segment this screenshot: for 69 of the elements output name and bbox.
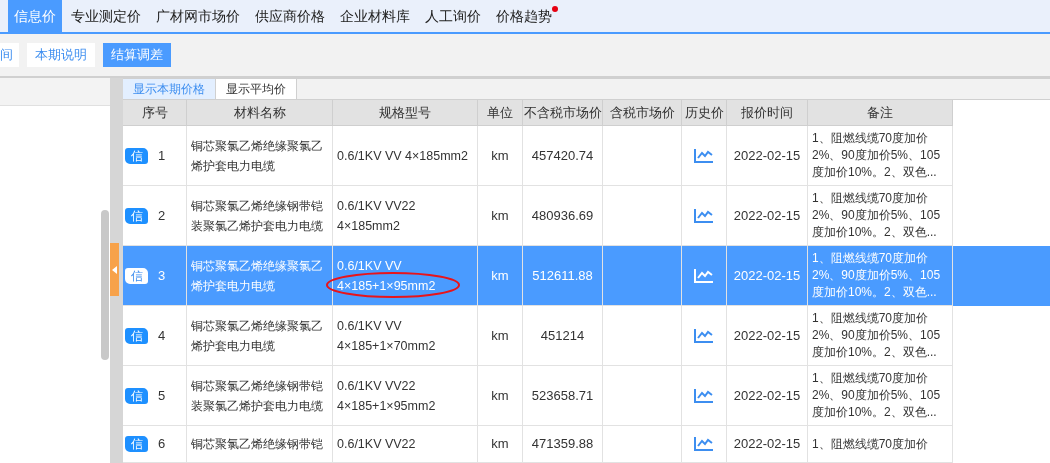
material-name: 铜芯聚氯乙烯绝缘聚氯乙 烯护套电力电缆 xyxy=(191,317,323,355)
row-number: 3 xyxy=(158,266,166,285)
line-chart-icon[interactable] xyxy=(694,208,714,223)
spec-text: 0.6/1KV VV22 4×185+1×95mm2 xyxy=(337,377,436,415)
nav-tab[interactable]: 供应商价格 xyxy=(249,0,331,32)
column-header: 材料名称 xyxy=(187,100,333,126)
remark-text: 1、阻燃线缆70度加价 2%、90度加价5%、105 度加价10%。2、双色... xyxy=(812,250,941,301)
price-text: 523658.71 xyxy=(531,386,594,405)
unit-text: km xyxy=(491,386,509,405)
material-name: 铜芯聚氯乙烯绝缘钢带铠 xyxy=(191,436,323,453)
material-name: 铜芯聚氯乙烯绝缘聚氯乙 烯护套电力电缆 xyxy=(191,257,323,295)
spec-text: 0.6/1KV VV22 xyxy=(337,436,416,453)
remark-text: 1、阻燃线缆70度加价 2%、90度加价5%、105 度加价10%。2、双色... xyxy=(812,130,941,181)
info-tag[interactable]: 信 xyxy=(125,267,148,284)
date-text: 2022-02-15 xyxy=(733,206,801,225)
date-text: 2022-02-15 xyxy=(733,326,801,345)
unit-text: km xyxy=(491,435,509,454)
spec-text: 0.6/1KV VV 4×185+1×70mm2 xyxy=(337,317,436,355)
material-name: 铜芯聚氯乙烯绝缘钢带铠 装聚氯乙烯护套电力电缆 xyxy=(191,197,323,235)
nav-tab[interactable]: 价格趋势 xyxy=(490,0,558,32)
row-number: 6 xyxy=(158,435,166,454)
column-header: 单位 xyxy=(478,100,523,126)
table-row[interactable]: 信 3 铜芯聚氯乙烯绝缘聚氯乙 烯护套电力电缆 0.6/1KV VV 4×185+1×95mm2 km 512611.88 2022-02-15 1、阻燃线缆70度加价 2%、90度加价5%、105 度加价10%。2、双色... xyxy=(123,246,1050,306)
date-text: 2022-02-15 xyxy=(733,435,801,454)
price-text: 451214 xyxy=(540,326,585,345)
row-number: 1 xyxy=(158,146,166,165)
column-header: 含税市场价 xyxy=(603,100,682,126)
nav-tab[interactable]: 广材网市场价 xyxy=(150,0,246,32)
material-name: 铜芯聚氯乙烯绝缘钢带铠 装聚氯乙烯护套电力电缆 xyxy=(191,377,323,415)
date-text: 2022-02-15 xyxy=(733,146,801,165)
spec-text: 0.6/1KV VV 4×185mm2 xyxy=(337,147,468,165)
column-header: 备注 xyxy=(808,100,953,126)
date-text: 2022-02-15 xyxy=(733,386,801,405)
line-chart-icon[interactable] xyxy=(694,437,714,451)
unit-text: km xyxy=(491,326,509,345)
column-header: 报价时间 xyxy=(727,100,808,126)
nav-tab[interactable]: 人工询价 xyxy=(419,0,487,32)
spec-text: 0.6/1KV VV 4×185+1×95mm2 xyxy=(337,257,436,295)
line-chart-icon[interactable] xyxy=(694,148,714,163)
unit-text: km xyxy=(491,146,509,165)
line-chart-icon[interactable] xyxy=(694,388,714,403)
scrollbar-thumb[interactable] xyxy=(101,210,109,360)
nav-tab[interactable]: 企业材料库 xyxy=(334,0,416,32)
line-chart-icon[interactable] xyxy=(694,328,714,343)
date-text: 2022-02-15 xyxy=(733,266,801,285)
unit-text: km xyxy=(491,206,509,225)
column-header: 规格型号 xyxy=(333,100,478,126)
view-tab[interactable]: 显示平均价 xyxy=(216,79,297,99)
toolbar-button[interactable]: 间 xyxy=(0,43,19,67)
column-header: 序号 xyxy=(123,100,187,126)
row-number: 2 xyxy=(158,206,166,225)
row-number: 5 xyxy=(158,386,166,405)
remark-text: 1、阻燃线缆70度加价 2%、90度加价5%、105 度加价10%。2、双色... xyxy=(812,310,941,361)
material-name: 铜芯聚氯乙烯绝缘聚氯乙 烯护套电力电缆 xyxy=(191,137,323,175)
remark-text: 1、阻燃线缆70度加价 xyxy=(812,435,929,453)
remark-text: 1、阻燃线缆70度加价 2%、90度加价5%、105 度加价10%。2、双色... xyxy=(812,370,941,421)
unit-text: km xyxy=(491,266,509,285)
price-text: 457420.74 xyxy=(531,146,594,165)
row-number: 4 xyxy=(158,326,166,345)
price-text: 480936.69 xyxy=(531,206,594,225)
column-header: 不含税市场价 xyxy=(523,100,603,126)
collapse-arrow-icon[interactable] xyxy=(112,265,117,274)
price-text: 471359.88 xyxy=(531,435,594,454)
price-text: 512611.88 xyxy=(532,266,593,285)
remark-text: 1、阻燃线缆70度加价 2%、90度加价5%、105 度加价10%。2、双色... xyxy=(812,190,941,241)
toolbar-button[interactable]: 本期说明 xyxy=(27,43,95,67)
column-header: 历史价 xyxy=(682,100,727,126)
nav-tab[interactable]: 专业测定价 xyxy=(65,0,147,32)
spec-text: 0.6/1KV VV22 4×185mm2 xyxy=(337,197,416,235)
